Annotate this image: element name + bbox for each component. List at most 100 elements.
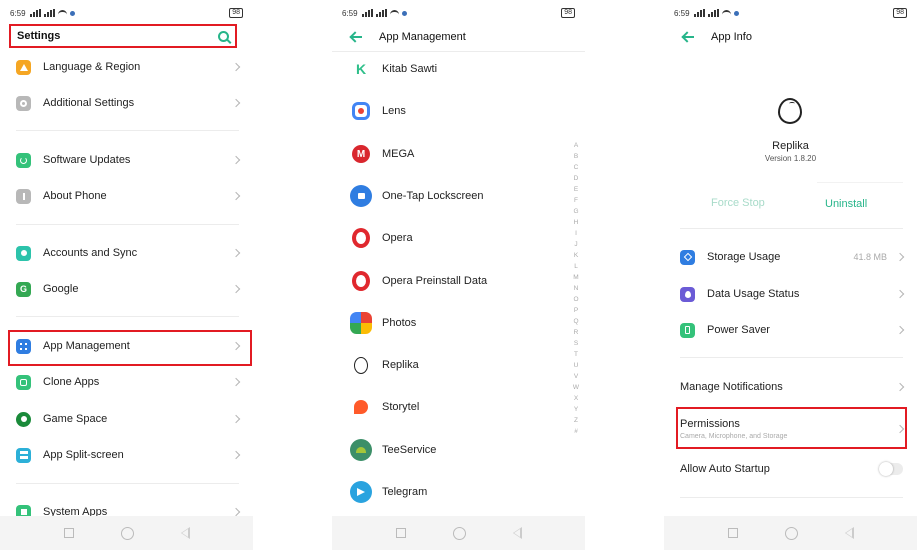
- settings-item-label: Software Updates: [43, 154, 131, 166]
- home-button[interactable]: [784, 526, 798, 540]
- alphabet-letter[interactable]: C: [570, 162, 582, 173]
- settings-item-software-updates[interactable]: Software Updates: [16, 147, 241, 173]
- alphabet-letter[interactable]: M: [570, 272, 582, 283]
- alphabet-letter[interactable]: A: [570, 140, 582, 151]
- alphabet-letter[interactable]: I: [570, 228, 582, 239]
- alphabet-letter[interactable]: #: [570, 426, 582, 437]
- alphabet-letter[interactable]: Z: [570, 415, 582, 426]
- app-item-teeservice[interactable]: TeeService: [350, 437, 436, 463]
- recents-button[interactable]: [63, 528, 74, 538]
- alphabet-letter[interactable]: S: [570, 338, 582, 349]
- force-stop-button[interactable]: Force Stop: [711, 197, 765, 209]
- settings-item-accounts[interactable]: Accounts and Sync: [16, 240, 241, 266]
- divider: [332, 51, 585, 52]
- opera-icon: [352, 228, 370, 248]
- opera-icon: [352, 271, 370, 291]
- app-item-label: Opera Preinstall Data: [382, 275, 488, 287]
- home-button[interactable]: [452, 526, 466, 540]
- settings-item-label: App Split-screen: [43, 449, 124, 461]
- search-icon[interactable]: [218, 30, 229, 42]
- alphabet-letter[interactable]: X: [570, 393, 582, 404]
- divider: [680, 357, 903, 358]
- back-button[interactable]: [180, 527, 190, 539]
- data-usage-row[interactable]: Data Usage Status: [680, 281, 905, 307]
- app-item-telegram[interactable]: Telegram: [350, 479, 427, 505]
- wifi-icon: [389, 9, 399, 17]
- settings-item-split-screen[interactable]: App Split-screen: [16, 442, 241, 468]
- chevron-right-icon: [231, 248, 241, 258]
- navigation-bar: [332, 516, 585, 550]
- data-usage-icon: [680, 286, 695, 302]
- gear-icon: [16, 95, 31, 111]
- alphabet-letter[interactable]: U: [570, 360, 582, 371]
- alphabet-letter[interactable]: N: [570, 283, 582, 294]
- alphabet-letter[interactable]: L: [570, 261, 582, 272]
- alphabet-letter[interactable]: F: [570, 195, 582, 206]
- back-arrow-icon[interactable]: [682, 32, 694, 42]
- alphabet-letter[interactable]: V: [570, 371, 582, 382]
- permissions-label: Permissions: [680, 418, 740, 430]
- app-item-one-tap-lockscreen[interactable]: One-Tap Lockscreen: [350, 183, 484, 209]
- back-button[interactable]: [844, 527, 854, 539]
- alphabet-letter[interactable]: G: [570, 206, 582, 217]
- alphabet-letter[interactable]: W: [570, 382, 582, 393]
- back-arrow-icon[interactable]: [350, 32, 362, 42]
- app-item-lens[interactable]: Lens: [350, 98, 406, 124]
- signal-icon: [361, 9, 373, 17]
- app-item-label: TeeService: [382, 444, 437, 456]
- app-item-photos[interactable]: Photos: [350, 310, 416, 336]
- alphabet-letter[interactable]: B: [570, 151, 582, 162]
- alphabet-letter[interactable]: T: [570, 349, 582, 360]
- app-item-replika[interactable]: Replika: [350, 352, 419, 378]
- divider: [680, 497, 903, 498]
- chevron-right-icon: [231, 377, 241, 387]
- alphabet-letter[interactable]: R: [570, 327, 582, 338]
- auto-startup-label: Allow Auto Startup: [680, 463, 770, 475]
- uninstall-button[interactable]: Uninstall: [825, 198, 867, 210]
- settings-search-bar[interactable]: Settings: [9, 24, 237, 48]
- alphabet-letter[interactable]: H: [570, 217, 582, 228]
- auto-startup-toggle[interactable]: [879, 462, 903, 476]
- recents-button[interactable]: [727, 528, 738, 538]
- app-item-opera-preinstall[interactable]: Opera Preinstall Data: [350, 268, 487, 294]
- settings-item-about-phone[interactable]: About Phone: [16, 183, 241, 209]
- notification-dot-icon: [69, 10, 75, 16]
- back-button[interactable]: [512, 527, 522, 539]
- app-item-mega[interactable]: M MEGA: [350, 141, 414, 167]
- storage-usage-row[interactable]: Storage Usage 41.8 MB: [680, 244, 905, 270]
- home-button[interactable]: [120, 526, 134, 540]
- alphabet-letter[interactable]: O: [570, 294, 582, 305]
- alphabet-index[interactable]: A B C D E F G H I J K L M N O P Q R S T U V W X Y Z #: [570, 140, 582, 437]
- app-item-label: Photos: [382, 317, 417, 329]
- settings-item-clone-apps[interactable]: Clone Apps: [16, 369, 241, 395]
- update-icon: [16, 152, 31, 168]
- settings-item-additional[interactable]: Additional Settings: [16, 90, 241, 116]
- app-item-label: Lens: [382, 105, 406, 117]
- chevron-right-icon: [895, 289, 905, 299]
- app-item-label: One-Tap Lockscreen: [382, 190, 484, 202]
- alphabet-letter[interactable]: E: [570, 184, 582, 195]
- game-icon: [16, 411, 31, 427]
- recents-button[interactable]: [395, 528, 406, 538]
- alphabet-letter[interactable]: Q: [570, 316, 582, 327]
- settings-item-google[interactable]: G Google: [16, 276, 241, 302]
- permissions-text: Permissions Camera, Microphone, and Stor…: [680, 418, 787, 440]
- app-item-kitab-sawti[interactable]: K Kitab Sawti: [350, 56, 437, 82]
- app-item-opera[interactable]: Opera: [350, 225, 413, 251]
- alphabet-letter[interactable]: D: [570, 173, 582, 184]
- settings-item-game-space[interactable]: Game Space: [16, 406, 241, 432]
- power-saver-row[interactable]: Power Saver: [680, 317, 905, 343]
- alphabet-letter[interactable]: Y: [570, 404, 582, 415]
- alphabet-letter[interactable]: K: [570, 250, 582, 261]
- chevron-right-icon: [231, 341, 241, 351]
- chevron-right-icon: [895, 382, 905, 392]
- permissions-row[interactable]: Permissions Camera, Microphone, and Stor…: [680, 412, 905, 446]
- manage-notifications-row[interactable]: Manage Notifications: [680, 374, 905, 400]
- alphabet-letter[interactable]: J: [570, 239, 582, 250]
- settings-item-app-management[interactable]: App Management: [16, 333, 241, 359]
- app-item-storytel[interactable]: Storytel: [350, 394, 419, 420]
- notification-dot-icon: [401, 10, 407, 16]
- alphabet-letter[interactable]: P: [570, 305, 582, 316]
- app-version: Version 1.8.20: [764, 154, 817, 163]
- settings-item-language[interactable]: Language & Region: [16, 54, 241, 80]
